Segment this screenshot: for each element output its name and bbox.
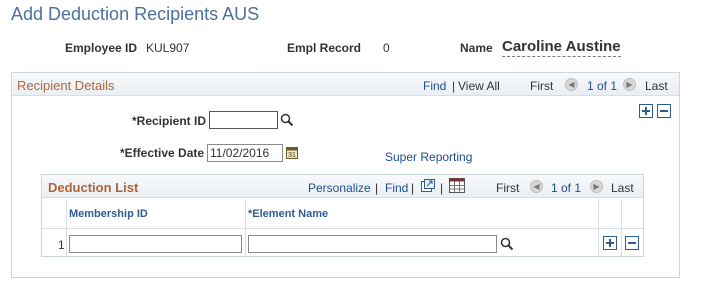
recipient-details-header: Recipient Details Find | View All First … — [12, 73, 679, 96]
recipient-details-section: Recipient Details Find | View All First … — [11, 72, 680, 278]
grid-find-link[interactable]: Find — [385, 181, 408, 195]
grid-nav-separator-3: | — [440, 181, 444, 195]
grid-nav-separator-2: | — [411, 181, 415, 195]
element-name-column-header: *Element Name — [248, 208, 329, 220]
grid-nav-separator: | — [375, 181, 379, 195]
recipient-details-title: Recipient Details — [17, 78, 115, 93]
prev-arrow-icon[interactable]: ◀ — [565, 78, 578, 91]
last-label: Last — [645, 79, 668, 93]
calendar-icon[interactable]: 31 — [286, 146, 298, 159]
element-name-lookup-icon[interactable] — [500, 237, 514, 251]
empl-record-label: Empl Record — [287, 41, 362, 55]
grid-add-row-button[interactable] — [603, 236, 617, 250]
row-range: 1 of 1 — [587, 79, 618, 93]
effective-date-label: *Effective Date — [120, 146, 205, 160]
element-name-input[interactable] — [248, 235, 497, 253]
deduction-list-title: Deduction List — [48, 180, 139, 195]
next-arrow-icon[interactable]: ▶ — [623, 78, 636, 91]
nav-separator: | — [452, 79, 456, 93]
membership-id-column-header: Membership ID — [69, 208, 148, 220]
minus-icon — [628, 242, 636, 244]
minus-icon — [660, 110, 668, 112]
row-number: 1 — [58, 238, 65, 252]
deduction-list-grid: Deduction List Personalize | Find | | Fi… — [41, 174, 644, 257]
svg-text:31: 31 — [288, 152, 296, 159]
empl-record-value: 0 — [383, 41, 390, 55]
page-title: Add Deduction Recipients AUS — [11, 4, 260, 24]
grid-first-label: First — [496, 181, 520, 195]
zoom-grid-icon[interactable] — [421, 179, 435, 192]
super-reporting-link[interactable]: Super Reporting — [385, 150, 472, 164]
recipient-id-lookup-icon[interactable] — [280, 113, 294, 127]
find-link[interactable]: Find — [423, 79, 446, 93]
membership-id-input[interactable] — [69, 235, 242, 253]
grid-next-arrow-icon[interactable]: ▶ — [590, 180, 603, 193]
name-label: Name — [460, 41, 493, 55]
add-row-button[interactable] — [639, 104, 653, 118]
effective-date-input[interactable] — [207, 144, 283, 162]
employee-name: Caroline Austine — [502, 38, 621, 57]
deduction-list-header: Deduction List Personalize | Find | | Fi… — [42, 175, 643, 198]
recipient-id-input[interactable] — [209, 111, 278, 129]
first-label: First — [530, 79, 554, 93]
column-header-row: Membership ID *Element Name — [42, 199, 643, 229]
grid-prev-arrow-icon[interactable]: ◀ — [530, 180, 543, 193]
personalize-link[interactable]: Personalize — [308, 181, 371, 195]
grid-last-label: Last — [611, 181, 634, 195]
employee-id-label: Employee ID — [65, 41, 138, 55]
grid-row-range: 1 of 1 — [551, 181, 582, 195]
view-all-link[interactable]: View All — [458, 79, 500, 93]
download-excel-icon[interactable] — [449, 178, 465, 193]
grid-delete-row-button[interactable] — [625, 236, 639, 250]
delete-row-button[interactable] — [657, 104, 671, 118]
employee-id-value: KUL907 — [146, 41, 190, 55]
recipient-id-label: *Recipient ID — [132, 114, 207, 128]
